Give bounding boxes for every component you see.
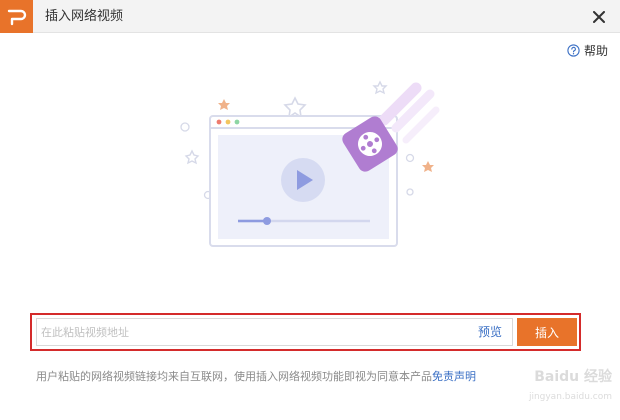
insert-button[interactable]: 插入 bbox=[517, 318, 577, 346]
video-player-illustration bbox=[180, 80, 440, 247]
play-button-icon bbox=[281, 158, 325, 202]
video-url-input[interactable] bbox=[37, 319, 461, 345]
disclaimer-text: 用户粘贴的网络视频链接均来自互联网，使用插入网络视频功能即视为同意本产品 bbox=[36, 370, 432, 383]
url-input-highlight: 预览 插入 bbox=[30, 313, 581, 351]
star-outline-icon bbox=[283, 96, 307, 119]
help-label: 帮助 bbox=[583, 44, 608, 58]
star-icon bbox=[422, 161, 434, 172]
title-bar: 插入网络视频 bbox=[0, 0, 620, 33]
star-icon bbox=[218, 99, 230, 110]
circle-decoration bbox=[405, 153, 415, 163]
star-outline-icon bbox=[184, 149, 200, 165]
close-button[interactable] bbox=[588, 6, 610, 28]
wps-p-logo-icon bbox=[0, 0, 33, 33]
question-circle-icon bbox=[567, 44, 580, 57]
watermark-text: Baidu 经验 bbox=[534, 369, 612, 385]
circle-decoration bbox=[180, 122, 190, 132]
circle-decoration bbox=[406, 188, 414, 196]
preview-link[interactable]: 预览 bbox=[478, 319, 502, 345]
url-input-box: 预览 bbox=[36, 318, 513, 346]
close-icon bbox=[593, 11, 605, 23]
disclaimer-link[interactable]: 免责声明 bbox=[432, 370, 476, 383]
watermark-subtext: jingyan.baidu.com bbox=[528, 392, 612, 402]
star-outline-icon bbox=[372, 80, 388, 95]
window-title: 插入网络视频 bbox=[45, 9, 124, 24]
baidu-watermark: Baidu 经验 jingyan.baidu.com bbox=[512, 366, 612, 410]
help-link[interactable]: 帮助 bbox=[567, 42, 608, 59]
disclaimer: 用户粘贴的网络视频链接均来自互联网，使用插入网络视频功能即视为同意本产品免责声明 bbox=[36, 368, 476, 384]
